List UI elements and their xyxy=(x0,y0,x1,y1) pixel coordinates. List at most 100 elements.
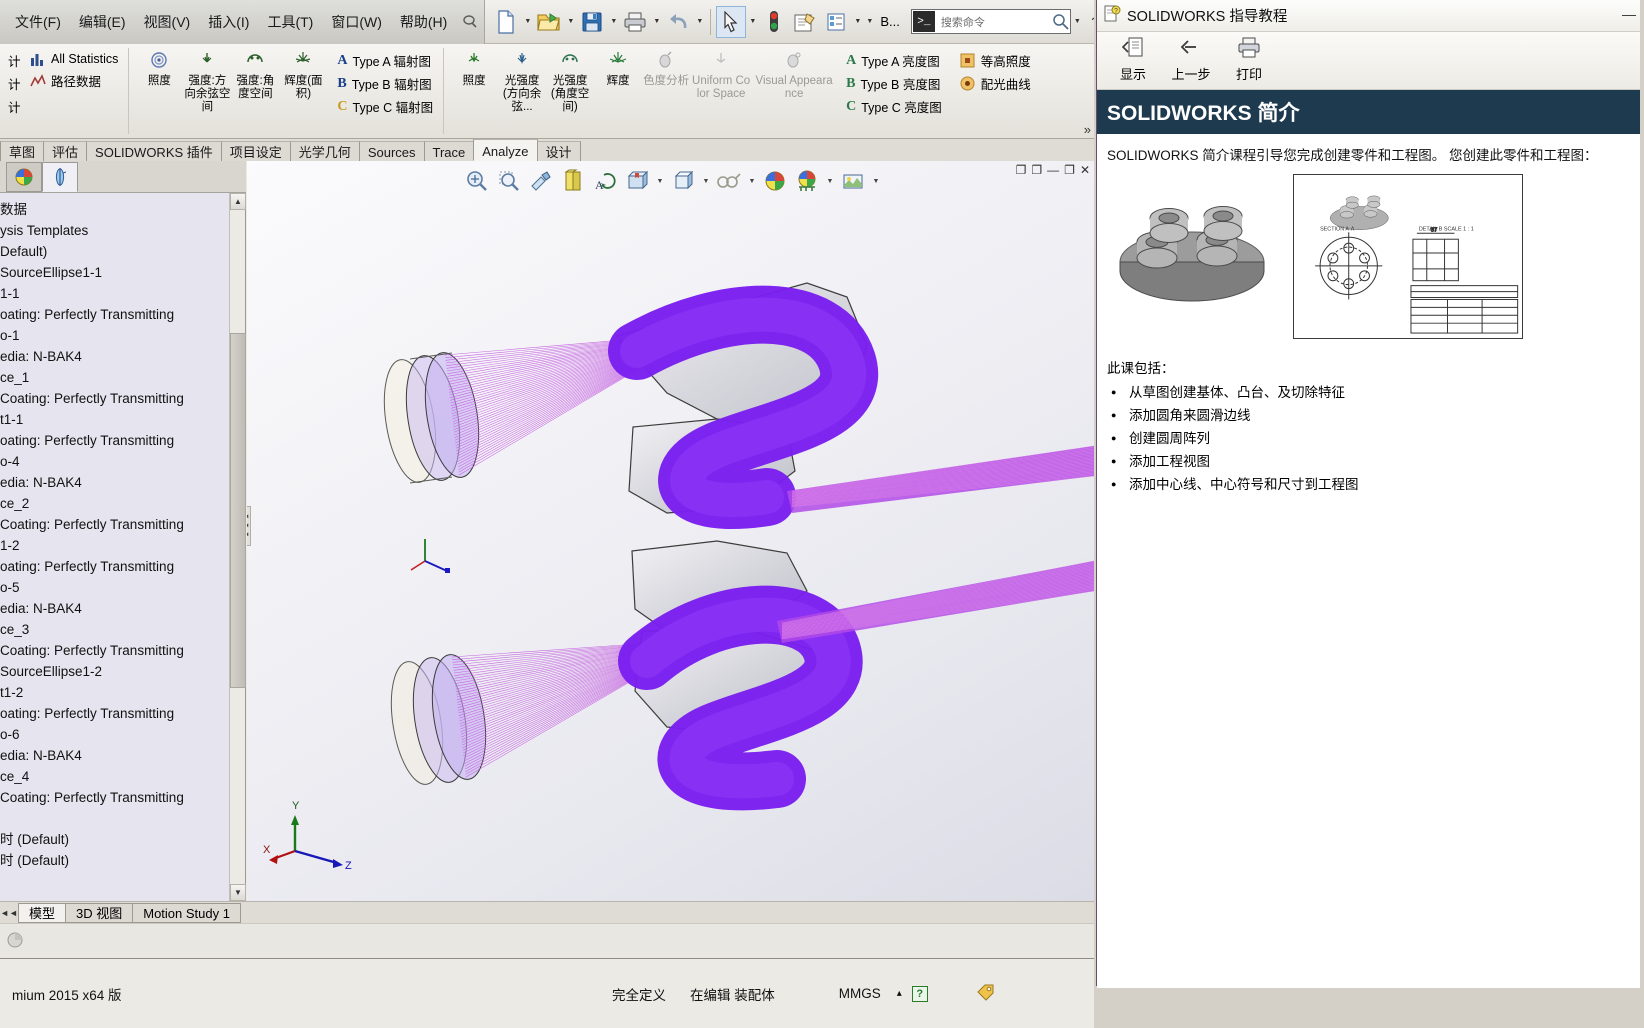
pin-icon[interactable] xyxy=(456,9,482,35)
chromaticity-button[interactable]: 色度分析 xyxy=(642,46,690,90)
ribbon-overflow-icon[interactable]: » xyxy=(1084,122,1091,137)
tree-row[interactable]: edia: N-BAK4 xyxy=(0,598,230,619)
save-document-caret[interactable]: ▼ xyxy=(608,6,619,38)
tree-row[interactable] xyxy=(0,808,230,829)
tree-row[interactable]: Coating: Perfectly Transmitting xyxy=(0,514,230,535)
tree-scroll-thumb[interactable] xyxy=(230,333,246,688)
tree-scrollbar[interactable]: ▲ ▼ xyxy=(229,193,246,901)
tree-row[interactable]: Default) xyxy=(0,241,230,262)
tree-row[interactable]: t1-1 xyxy=(0,409,230,430)
tree-row[interactable]: oating: Perfectly Transmitting xyxy=(0,304,230,325)
tutorial-print-button[interactable]: 打印 xyxy=(1221,34,1277,83)
tree-row[interactable]: ce_3 xyxy=(0,619,230,640)
luminance-area-button[interactable]: 辉度(面积) xyxy=(279,46,327,103)
tab-optical-geometry[interactable]: 光学几何 xyxy=(289,141,360,161)
tab-evaluate[interactable]: 评估 xyxy=(43,141,88,161)
tree-row[interactable]: Coating: Perfectly Transmitting xyxy=(0,388,230,409)
tree-row[interactable]: 时 (Default) xyxy=(0,829,230,850)
status-help-badge[interactable]: ? xyxy=(906,985,934,1002)
type-b-radiation-button[interactable]: B Type B 辐射图 xyxy=(333,73,437,94)
tree-row[interactable]: SourceEllipse1-1 xyxy=(0,262,230,283)
menu-view[interactable]: 视图(V) xyxy=(135,7,200,37)
photometric-intensity-dircos-button[interactable]: 光强度(方向余弦... xyxy=(498,46,546,116)
graphics-viewport[interactable]: ❐ ❐ — ❐ ✕ A ▼ ▼ ▼ ▼ ▼ Y X Z xyxy=(247,161,1094,901)
print-document-caret[interactable]: ▼ xyxy=(651,6,662,38)
irradiance-button[interactable]: 照度 xyxy=(135,46,183,90)
tab-sources[interactable]: Sources xyxy=(358,141,425,161)
menu-edit[interactable]: 编辑(E) xyxy=(70,7,135,37)
tree-row[interactable]: o-4 xyxy=(0,451,230,472)
tree-row[interactable]: oating: Perfectly Transmitting xyxy=(0,703,230,724)
open-document-button[interactable] xyxy=(534,6,564,38)
new-document-button[interactable] xyxy=(491,6,521,38)
all-statistics-button[interactable]: All Statistics xyxy=(26,50,122,68)
path-data-button[interactable]: 路径数据 xyxy=(26,70,122,91)
undo-button[interactable] xyxy=(663,6,693,38)
tree-row[interactable]: ce_1 xyxy=(0,367,230,388)
taskpane-icon[interactable] xyxy=(2,926,28,954)
intensity-dircos-button[interactable]: 强度:方向余弦空间 xyxy=(183,46,231,116)
tree-row[interactable]: oating: Perfectly Transmitting xyxy=(0,430,230,451)
tree-row[interactable]: edia: N-BAK4 xyxy=(0,472,230,493)
visual-appearance-button[interactable]: Visual Appearance xyxy=(752,46,836,103)
qat-overflow-caret[interactable]: ▼ xyxy=(864,6,875,38)
tree-row[interactable]: 1-1 xyxy=(0,283,230,304)
menu-insert[interactable]: 插入(I) xyxy=(199,7,258,37)
bottom-tab-3dviews[interactable]: 3D 视图 xyxy=(65,902,134,923)
tutorial-show-button[interactable]: 显示 xyxy=(1105,34,1161,83)
print-document-button[interactable] xyxy=(620,6,650,38)
tree-row[interactable]: 时 (Default) xyxy=(0,850,230,871)
tree-row[interactable]: SourceEllipse1-2 xyxy=(0,661,230,682)
uniform-color-space-button[interactable]: Uniform Color Space xyxy=(690,46,752,103)
tree-row[interactable]: 1-2 xyxy=(0,535,230,556)
iso-illuminance-button[interactable]: 等高照度 xyxy=(956,50,1035,71)
tab-sketch[interactable]: 草图 xyxy=(0,141,45,161)
tree-row[interactable]: 数据 xyxy=(0,199,230,220)
select-button[interactable] xyxy=(716,5,747,38)
tutorial-back-button[interactable]: 上一步 xyxy=(1163,34,1219,83)
tab-solidworks-addins[interactable]: SOLIDWORKS 插件 xyxy=(86,141,222,161)
qat-overflow-label[interactable]: B... xyxy=(876,14,904,29)
tree-row[interactable]: t1-2 xyxy=(0,682,230,703)
photometric-intensity-angle-button[interactable]: 光强度(角度空间) xyxy=(546,46,594,116)
tutorial-minimize-button[interactable]: — xyxy=(1622,6,1636,22)
menu-window[interactable]: 窗口(W) xyxy=(322,7,391,37)
display-manager-tab[interactable] xyxy=(6,161,42,192)
menu-help[interactable]: 帮助(H) xyxy=(391,7,456,37)
tree-row[interactable]: o-5 xyxy=(0,577,230,598)
help-icon[interactable]: ? xyxy=(1084,11,1095,33)
type-c-radiation-button[interactable]: C Type C 辐射图 xyxy=(333,96,437,117)
tree-scroll-down-button[interactable]: ▼ xyxy=(230,884,246,901)
open-document-caret[interactable]: ▼ xyxy=(565,6,576,38)
file-properties-button[interactable] xyxy=(790,6,820,38)
type-a-luminance-button[interactable]: A Type A 亮度图 xyxy=(842,50,946,71)
status-units-caret[interactable]: ▴ xyxy=(893,988,906,999)
save-document-button[interactable] xyxy=(577,6,607,38)
feature-manager-tab[interactable] xyxy=(42,161,78,192)
bottom-tab-motion-study[interactable]: Motion Study 1 xyxy=(132,902,241,923)
type-c-luminance-button[interactable]: C Type C 亮度图 xyxy=(842,96,946,117)
tab-design[interactable]: 设计 xyxy=(536,141,581,161)
undo-caret[interactable]: ▼ xyxy=(694,6,705,38)
type-b-luminance-button[interactable]: B Type B 亮度图 xyxy=(842,73,946,94)
bottom-tab-prev-arrow[interactable]: ◄◄ xyxy=(0,903,18,923)
tree-row[interactable]: ysis Templates xyxy=(0,220,230,241)
type-a-radiation-button[interactable]: A Type A 辐射图 xyxy=(333,50,437,71)
status-tag-icon[interactable] xyxy=(964,983,1008,1004)
select-caret[interactable]: ▼ xyxy=(747,6,758,38)
bottom-tab-model[interactable]: 模型 xyxy=(18,902,67,923)
tree-row[interactable]: oating: Perfectly Transmitting xyxy=(0,556,230,577)
search-command-box[interactable]: >_ 搜索命令 xyxy=(910,9,1071,34)
tree-row[interactable]: Coating: Perfectly Transmitting xyxy=(0,787,230,808)
tab-trace[interactable]: Trace xyxy=(423,141,475,161)
new-document-caret[interactable]: ▼ xyxy=(522,6,533,38)
tree-row[interactable]: o-1 xyxy=(0,325,230,346)
photometric-illuminance-button[interactable]: 照度 xyxy=(450,46,498,90)
rebuild-button[interactable] xyxy=(759,6,789,38)
options-caret[interactable]: ▼ xyxy=(852,6,863,38)
photometric-luminance-button[interactable]: 辉度 xyxy=(594,46,642,90)
tree-scroll-up-button[interactable]: ▲ xyxy=(230,193,246,210)
tree-row[interactable]: Coating: Perfectly Transmitting xyxy=(0,640,230,661)
tree-row[interactable]: o-6 xyxy=(0,724,230,745)
options-button[interactable] xyxy=(821,6,851,38)
